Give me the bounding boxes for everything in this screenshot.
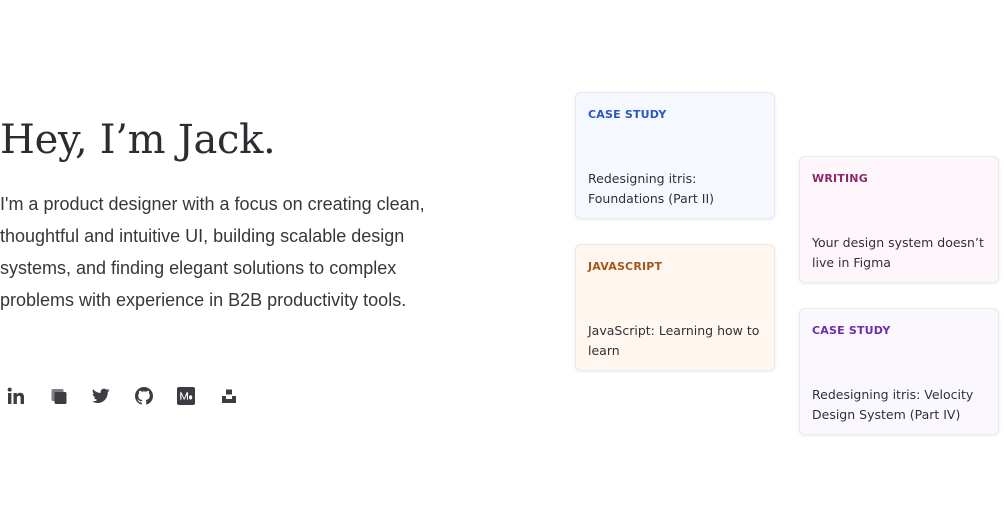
linkedin-icon [7, 387, 25, 405]
medium-icon [177, 387, 195, 405]
github-icon [134, 387, 153, 405]
card-title: JavaScript: Learning how to learn [588, 323, 760, 358]
post-card[interactable]: CASE STUDY Redesigning itris: Foundation… [575, 92, 775, 219]
cube-icon [50, 387, 68, 405]
post-card[interactable]: JAVASCRIPT JavaScript: Learning how to l… [575, 244, 775, 371]
post-card[interactable]: WRITING Your design system doesn’t live … [799, 156, 999, 283]
cube-link[interactable] [47, 384, 71, 408]
github-link[interactable] [132, 384, 156, 408]
card-title: Your design system doesn’t live in Figma [812, 235, 984, 270]
medium-link[interactable] [174, 384, 198, 408]
unsplash-link[interactable] [217, 384, 241, 408]
twitter-link[interactable] [89, 384, 113, 408]
card-category: CASE STUDY [588, 108, 667, 121]
linkedin-link[interactable] [4, 384, 28, 408]
card-title: Redesigning itris: Foundations (Part II) [588, 171, 715, 206]
hero-title: Hey, I’m Jack. [0, 117, 276, 163]
card-category: JAVASCRIPT [588, 260, 663, 273]
hero-bio: I'm a product designer with a focus on c… [0, 194, 425, 310]
card-category: WRITING [812, 172, 868, 185]
unsplash-icon [221, 388, 237, 404]
post-card[interactable]: CASE STUDY Redesigning itris: Velocity D… [799, 308, 999, 435]
social-links [4, 384, 259, 408]
twitter-icon [92, 388, 110, 404]
card-title: Redesigning itris: Velocity Design Syste… [812, 387, 974, 422]
card-category: CASE STUDY [812, 324, 891, 337]
